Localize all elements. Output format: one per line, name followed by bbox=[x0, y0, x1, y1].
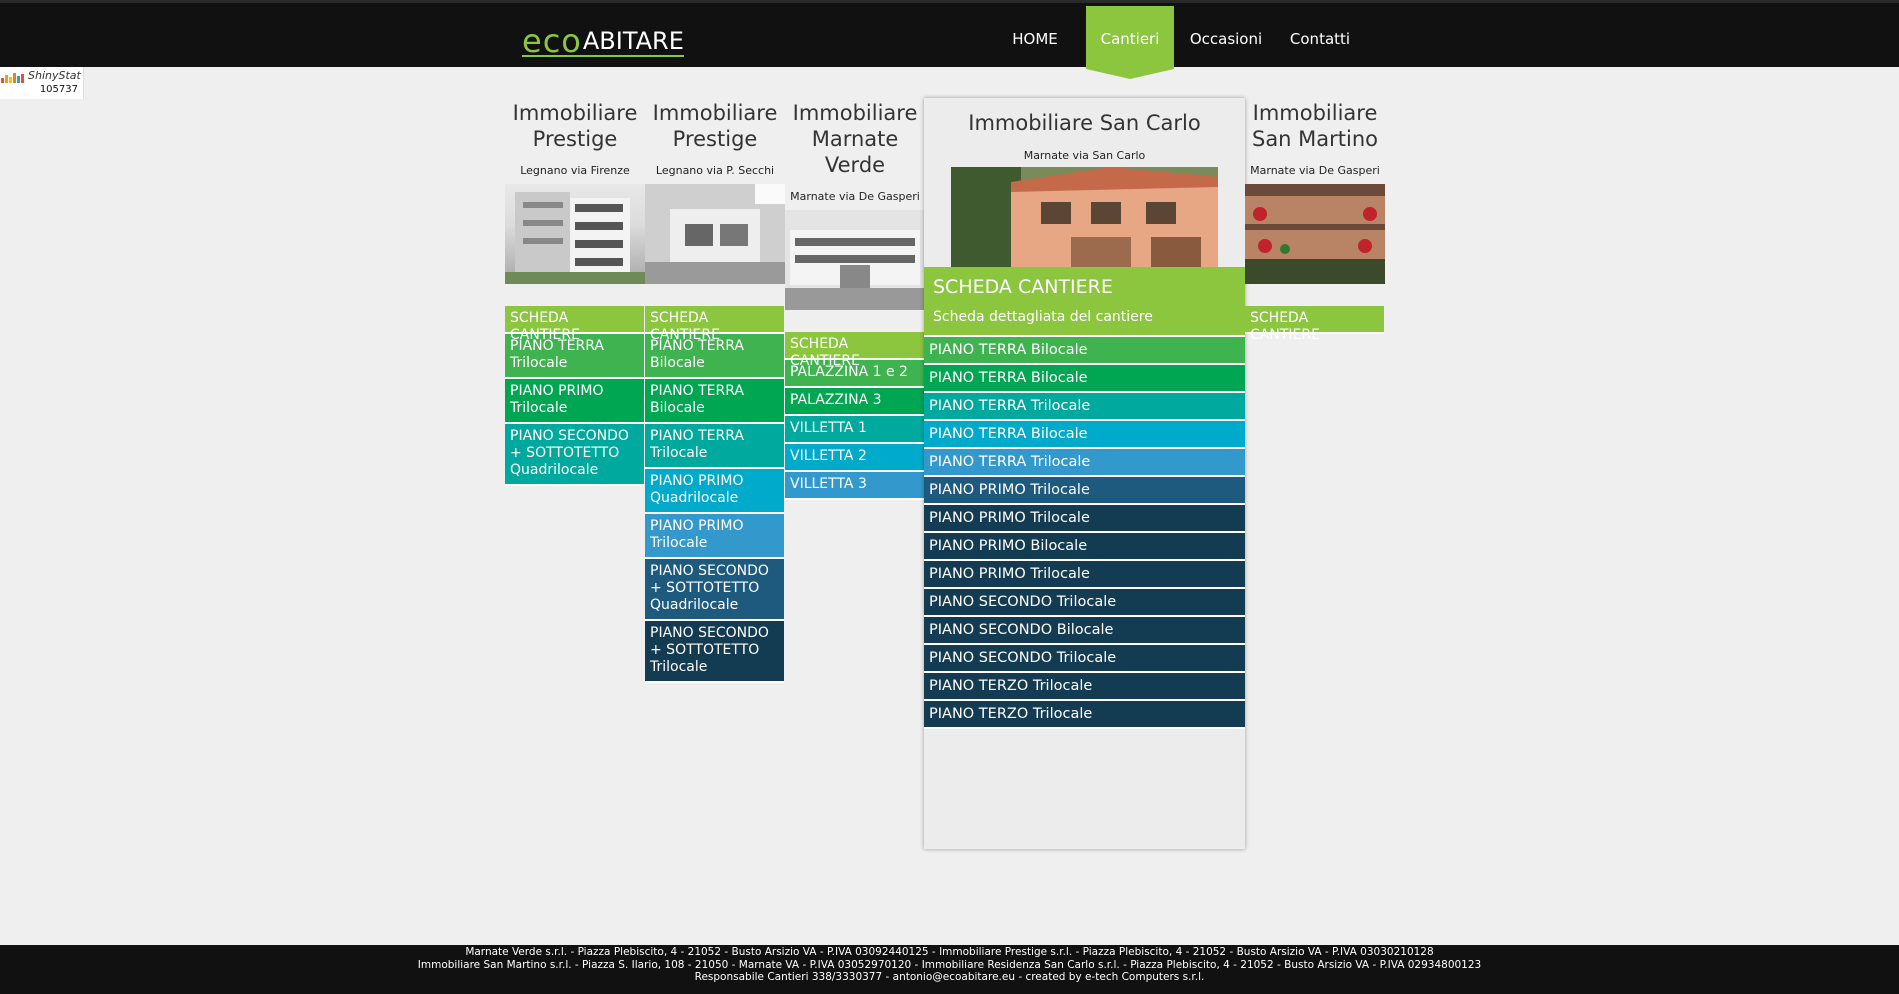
cantiere-title: Immobiliare San Martino bbox=[1251, 101, 1379, 151]
menu-item-scheda-expanded[interactable]: SCHEDA CANTIERE Scheda dettagliata del c… bbox=[924, 267, 1245, 337]
menu-item-unit[interactable]: PIANO PRIMO Trilocale bbox=[924, 561, 1245, 589]
cantiere-photo[interactable] bbox=[1245, 184, 1385, 284]
menu-item-unit[interactable]: PIANO PRIMO Bilocale bbox=[924, 533, 1245, 561]
menu-item-unit[interactable]: PIANO TERZO Trilocale bbox=[924, 673, 1245, 701]
menu-item-unit[interactable]: PIANO PRIMO Trilocale bbox=[645, 514, 784, 559]
menu-item-unit[interactable]: PIANO TERRA Bilocale bbox=[924, 421, 1245, 449]
menu-item-unit[interactable]: VILLETTA 3 bbox=[785, 472, 924, 500]
cantiere-panel-san-carlo: Immobiliare San Carlo Marnate via San Ca… bbox=[924, 98, 1245, 849]
cantiere-column-marnate-verde: Immobiliare Marnate Verde Marnate via De… bbox=[785, 100, 925, 310]
menu-item-scheda[interactable]: SCHEDA CANTIERE bbox=[645, 306, 784, 343]
menu-item-unit[interactable]: PIANO TERRA Bilocale bbox=[924, 365, 1245, 393]
menu-item-unit[interactable]: PIANO SECONDO Trilocale bbox=[924, 645, 1245, 673]
cantiere-title: Immobiliare Prestige bbox=[512, 101, 638, 151]
footer-line-3[interactable]: Responsabile Cantieri 338/3330377 - anto… bbox=[0, 971, 1899, 984]
cantiere-column-prestige-firenze: Immobiliare Prestige Legnano via Firenze bbox=[505, 100, 645, 284]
menu-item-unit[interactable]: PIANO TERRA Trilocale bbox=[645, 424, 784, 469]
footer-line-1: Marnate Verde s.r.l. - Piazza Plebiscito… bbox=[465, 946, 1434, 958]
cantiere-menu-prestige-secchi: SCHEDA CANTIERE PIANO TERRA Bilocale PIA… bbox=[645, 306, 784, 683]
cantiere-title: Immobiliare Prestige bbox=[652, 101, 778, 151]
cantiere-photo[interactable] bbox=[951, 167, 1218, 267]
menu-item-scheda[interactable]: SCHEDA CANTIERE bbox=[505, 306, 644, 343]
panel-menu: PIANO TERRA Bilocale PIANO TERRA Bilocal… bbox=[924, 337, 1245, 729]
nav-contatti[interactable]: Contatti bbox=[1283, 6, 1357, 69]
site-header: eco ABITARE HOME Cantieri Occasioni Conta… bbox=[0, 0, 1899, 79]
cantiere-photo[interactable] bbox=[645, 184, 785, 284]
logo-abitare: ABITARE bbox=[582, 27, 684, 55]
menu-item-unit[interactable]: VILLETTA 1 bbox=[785, 416, 924, 444]
site-logo[interactable]: eco ABITARE bbox=[522, 21, 684, 57]
nav-cantieri[interactable]: Cantieri bbox=[1086, 6, 1174, 79]
menu-item-scheda[interactable]: SCHEDA CANTIERE bbox=[1245, 306, 1384, 343]
menu-item-unit[interactable]: PIANO TERRA Bilocale bbox=[645, 334, 784, 379]
cantiere-column-prestige-secchi: Immobiliare Prestige Legnano via P. Secc… bbox=[645, 100, 785, 284]
menu-item-unit[interactable]: PIANO TERZO Trilocale bbox=[924, 701, 1245, 729]
site-footer: Marnate Verde s.r.l. - Piazza Plebiscito… bbox=[0, 945, 1899, 994]
cantiere-menu-san-martino: SCHEDA CANTIERE bbox=[1245, 306, 1384, 343]
menu-item-unit[interactable]: VILLETTA 2 bbox=[785, 444, 924, 472]
counter-number: 105737 bbox=[39, 84, 78, 95]
logo-eco: eco bbox=[522, 22, 582, 60]
cantiere-column-san-martino: Immobiliare San Martino Marnate via De G… bbox=[1245, 100, 1385, 284]
cantiere-location: Marnate via De Gasperi bbox=[790, 190, 920, 203]
cantiere-location: Marnate via San Carlo bbox=[1023, 149, 1146, 162]
menu-item-unit[interactable]: PIANO PRIMO Trilocale bbox=[924, 505, 1245, 533]
menu-item-unit[interactable]: PIANO TERRA Trilocale bbox=[924, 449, 1245, 477]
cantiere-photo[interactable] bbox=[505, 184, 645, 284]
menu-item-unit[interactable]: PIANO PRIMO Trilocale bbox=[505, 379, 644, 424]
menu-item-unit[interactable]: PALAZZINA 3 bbox=[785, 388, 924, 416]
menu-item-unit[interactable]: PIANO PRIMO Quadrilocale bbox=[645, 469, 784, 514]
cantiere-title: Immobiliare San Carlo bbox=[968, 111, 1201, 135]
bar-chart-icon bbox=[1, 73, 27, 83]
cantiere-title: Immobiliare Marnate Verde bbox=[792, 101, 918, 177]
menu-item-unit[interactable]: PIANO TERRA Bilocale bbox=[645, 379, 784, 424]
menu-item-unit[interactable]: PIANO SECONDO + SOTTOTETTO Quadrilocale bbox=[505, 424, 644, 486]
menu-item-unit[interactable]: PIANO PRIMO Trilocale bbox=[924, 477, 1245, 505]
menu-item-scheda[interactable]: SCHEDA CANTIERE bbox=[785, 332, 924, 369]
menu-item-unit[interactable]: PIANO SECONDO + SOTTOTETTO Trilocale bbox=[645, 621, 784, 683]
menu-item-unit[interactable]: PALAZZINA 1 e 2 bbox=[785, 360, 924, 388]
cantiere-menu-marnate-verde: SCHEDA CANTIERE PALAZZINA 1 e 2 PALAZZIN… bbox=[785, 332, 924, 500]
menu-item-unit[interactable]: PIANO TERRA Trilocale bbox=[924, 393, 1245, 421]
menu-item-unit[interactable]: PIANO TERRA Trilocale bbox=[505, 334, 644, 379]
footer-line-2: Immobiliare San Martino s.r.l. - Piazza … bbox=[417, 958, 1482, 971]
nav-occasioni[interactable]: Occasioni bbox=[1184, 6, 1268, 69]
menu-item-unit[interactable]: PIANO SECONDO + SOTTOTETTO Quadrilocale bbox=[645, 559, 784, 621]
menu-item-unit[interactable]: PIANO SECONDO Trilocale bbox=[924, 589, 1245, 617]
cantiere-photo[interactable] bbox=[785, 210, 925, 310]
counter-brand: ShinyStat bbox=[28, 69, 81, 82]
scheda-subtitle: Scheda dettagliata del cantiere bbox=[933, 309, 1153, 325]
cantiere-location: Legnano via P. Secchi bbox=[655, 164, 775, 177]
cantiere-location: Legnano via Firenze bbox=[520, 164, 630, 177]
shinystat-counter[interactable]: ShinyStat 105737 bbox=[0, 67, 84, 99]
cantiere-location: Marnate via De Gasperi bbox=[1250, 164, 1380, 177]
menu-item-unit[interactable]: PIANO SECONDO Bilocale bbox=[924, 617, 1245, 645]
scheda-title: SCHEDA CANTIERE bbox=[933, 276, 1113, 298]
cantiere-menu-prestige-firenze: SCHEDA CANTIERE PIANO TERRA Trilocale PI… bbox=[505, 306, 644, 486]
nav-home[interactable]: HOME bbox=[998, 6, 1072, 69]
menu-item-unit[interactable]: PIANO TERRA Bilocale bbox=[924, 337, 1245, 365]
